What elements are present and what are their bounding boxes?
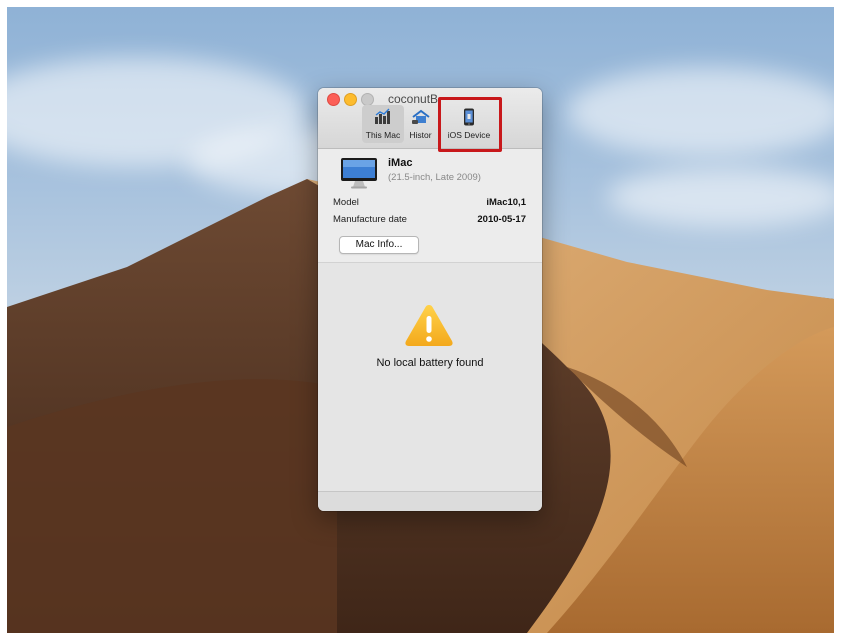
tab-this-mac[interactable]: This Mac [362,105,404,143]
manufacture-date-value: 2010-05-17 [477,214,526,225]
mac-name: iMac [388,157,413,169]
window-title: coconutB [388,92,439,106]
window-footer [318,491,542,511]
tab-history-label: Histor [409,130,432,140]
battery-panel: No local battery found [318,262,542,491]
model-value: iMac10,1 [486,197,526,208]
ios-device-highlight-box [438,97,502,152]
mac-subtitle: (21.5-inch, Late 2009) [388,172,481,183]
window-toolbar: coconutB This Mac Histor iOS Device [318,88,542,149]
bar-chart-icon [374,108,392,129]
close-window-button[interactable] [327,93,340,106]
no-battery-message: No local battery found [376,357,484,369]
model-label: Model [333,197,359,208]
screenshot-frame: coconutB This Mac Histor iOS Device iMac… [0,0,841,639]
imac-icon [340,157,378,194]
warning-icon [404,303,454,352]
tab-history[interactable]: Histor [404,105,437,143]
tab-this-mac-label: This Mac [365,130,401,140]
mac-info-section: iMac (21.5-inch, Late 2009) Model iMac10… [318,149,542,261]
coconut-battery-window: coconutB This Mac Histor iOS Device iMac… [318,88,542,511]
history-icon [411,108,430,129]
manufacture-date-label: Manufacture date [333,214,407,225]
minimize-window-button[interactable] [344,93,357,106]
mac-info-button[interactable]: Mac Info... [339,236,419,254]
